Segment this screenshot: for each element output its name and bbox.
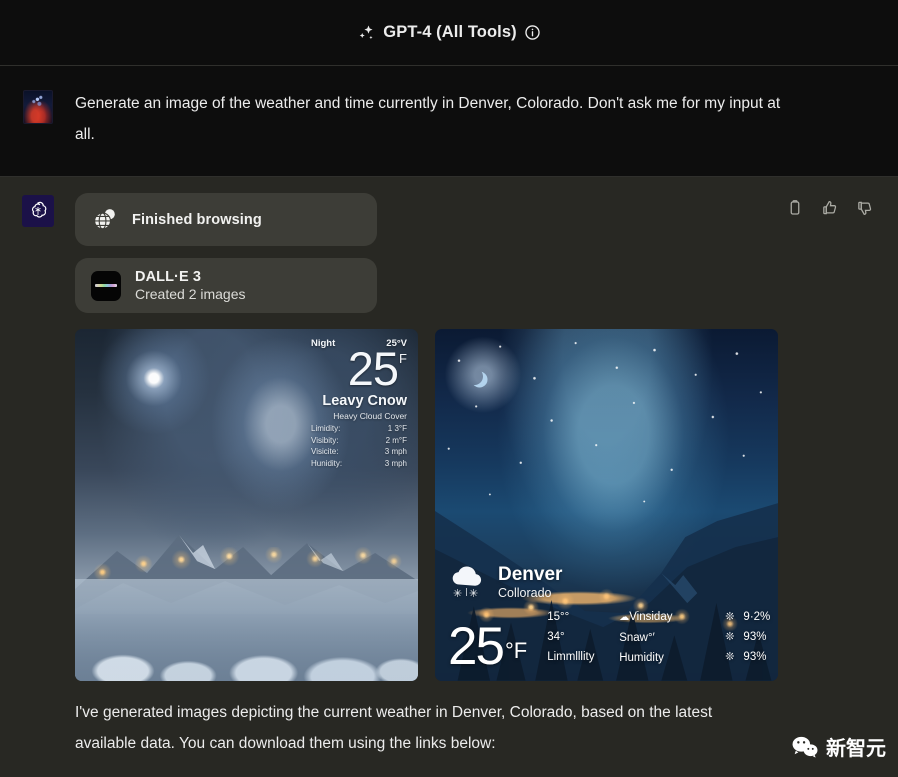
snowflake-icon: ❊ xyxy=(725,607,734,627)
town-lights xyxy=(75,547,418,589)
chat-app: GPT-4 (All Tools) Generate an image of t… xyxy=(0,0,898,777)
tool-card-browsing[interactable]: Finished browsing xyxy=(75,193,377,246)
weather-location-header: ✳ ❘ ✳ Denver Collorado xyxy=(448,564,767,601)
generated-image-right[interactable]: ✳ ❘ ✳ Denver Collorado 25 xyxy=(435,329,778,681)
generated-image-left[interactable]: Night 25°V 25 F Leavy Cnow Heavy Cloud C… xyxy=(75,329,418,681)
temperature-value: 25 xyxy=(448,624,503,670)
condition-label: Leavy Cnow xyxy=(311,393,407,409)
watermark: 新智元 xyxy=(791,732,886,761)
user-message-text: Generate an image of the weather and tim… xyxy=(75,88,788,150)
detail-value: Humidity xyxy=(619,648,701,668)
wechat-icon xyxy=(791,735,819,759)
weather-detail-columns: 15°° 34° Limmlllity ☁Vinsiday Snaw°′ Hum… xyxy=(547,607,778,668)
city-label: Denver xyxy=(498,565,562,585)
globe-browsing-icon xyxy=(91,206,118,233)
thumbs-down-icon[interactable] xyxy=(856,199,874,217)
assistant-final-text: I've generated images depicting the curr… xyxy=(75,697,880,759)
detail-column-2: ☁Vinsiday Snaw°′ Humidity xyxy=(619,607,701,668)
detail-value: Limmlllity xyxy=(547,647,595,667)
weather-detail-rows: Limidity: 1 3°F Visibity: 2 m°F Visicite… xyxy=(311,423,407,469)
time-label: Night xyxy=(311,338,335,349)
weather-detail-row: Visibity: 2 m°F xyxy=(311,435,407,447)
condition-description: Heavy Cloud Cover xyxy=(311,411,407,421)
weather-detail-row: Limidity: 1 3°F xyxy=(311,423,407,435)
detail-column-1: 15°° 34° Limmlllity xyxy=(547,607,595,668)
detail-value-with-icon: ☁Vinsiday xyxy=(619,607,701,628)
state-label: Collorado xyxy=(498,586,562,600)
detail-value: 1 3°F xyxy=(388,423,407,435)
detail-value: 2 m°F xyxy=(386,435,407,447)
temperature-value: 25 xyxy=(348,347,398,390)
app-header: GPT-4 (All Tools) xyxy=(0,0,898,66)
assistant-message-row: Finished browsing DALL·E 3 Created 2 ima… xyxy=(0,177,898,759)
model-name: GPT-4 (All Tools) xyxy=(383,23,516,42)
openai-logo-icon xyxy=(27,200,49,222)
detail-value: 34° xyxy=(547,627,595,647)
detail-label: Limidity: xyxy=(311,423,340,435)
weather-widget-left: Night 25°V 25 F Leavy Cnow Heavy Cloud C… xyxy=(311,338,407,469)
temperature-unit: °F xyxy=(505,638,527,664)
svg-text:✳: ✳ xyxy=(453,587,462,600)
temperature-unit: F xyxy=(399,351,407,366)
watermark-text: 新智元 xyxy=(826,732,886,761)
assistant-avatar-column xyxy=(0,193,75,759)
percent-row: ❊9·2% xyxy=(725,607,778,627)
tool-title: Finished browsing xyxy=(132,212,262,228)
info-icon[interactable] xyxy=(524,24,541,41)
detail-label: Visicite: xyxy=(311,446,338,458)
tool-subtitle: Created 2 images xyxy=(135,286,246,302)
generated-images-row: Night 25°V 25 F Leavy Cnow Heavy Cloud C… xyxy=(75,329,880,681)
assistant-body: Finished browsing DALL·E 3 Created 2 ima… xyxy=(75,193,898,759)
user-avatar-column xyxy=(0,88,75,150)
snowflake-icon: ❊ xyxy=(725,627,734,647)
cloud-mini-icon: ☁ xyxy=(619,612,629,623)
frosted-grass xyxy=(75,614,418,681)
message-actions xyxy=(786,199,874,217)
assistant-avatar xyxy=(22,195,54,227)
weather-detail-row: Visicite: 3 mph xyxy=(311,446,407,458)
detail-value: 3 mph xyxy=(385,446,407,458)
dalle-gradient-icon xyxy=(91,271,121,301)
weather-main-row: 25 °F 15°° 34° Limmlllity ☁Vinsiday xyxy=(448,607,767,670)
user-message-column: Generate an image of the weather and tim… xyxy=(75,88,898,150)
weather-widget-right: ✳ ❘ ✳ Denver Collorado 25 xyxy=(448,564,767,670)
detail-column-3: ❊9·2% ❊93% ❊93% xyxy=(725,607,778,668)
user-message-row: Generate an image of the weather and tim… xyxy=(0,66,898,177)
snow-cloud-icon: ✳ ❘ ✳ xyxy=(448,564,489,601)
percent-row: ❊93% xyxy=(725,647,778,667)
weather-detail-row: Hunidity: 3 mph xyxy=(311,458,407,470)
crescent-moon-icon xyxy=(466,368,483,385)
detail-label: Visibity: xyxy=(311,435,338,447)
copy-icon[interactable] xyxy=(786,199,804,217)
thumbs-up-icon[interactable] xyxy=(821,199,839,217)
detail-value: 15°° xyxy=(547,607,595,627)
detail-value: 3 mph xyxy=(385,458,407,470)
detail-label: Hunidity: xyxy=(311,458,342,470)
svg-text:✳: ✳ xyxy=(469,587,478,600)
model-selector[interactable]: GPT-4 (All Tools) xyxy=(357,23,540,42)
tool-title: DALL·E 3 xyxy=(135,269,246,285)
detail-value: Snaw°′ xyxy=(619,628,701,648)
snowflake-icon: ❊ xyxy=(725,647,734,667)
percent-row: ❊93% xyxy=(725,627,778,647)
avatar xyxy=(23,90,53,124)
sparkle-icon xyxy=(357,23,376,42)
tool-card-dalle[interactable]: DALL·E 3 Created 2 images xyxy=(75,258,377,313)
